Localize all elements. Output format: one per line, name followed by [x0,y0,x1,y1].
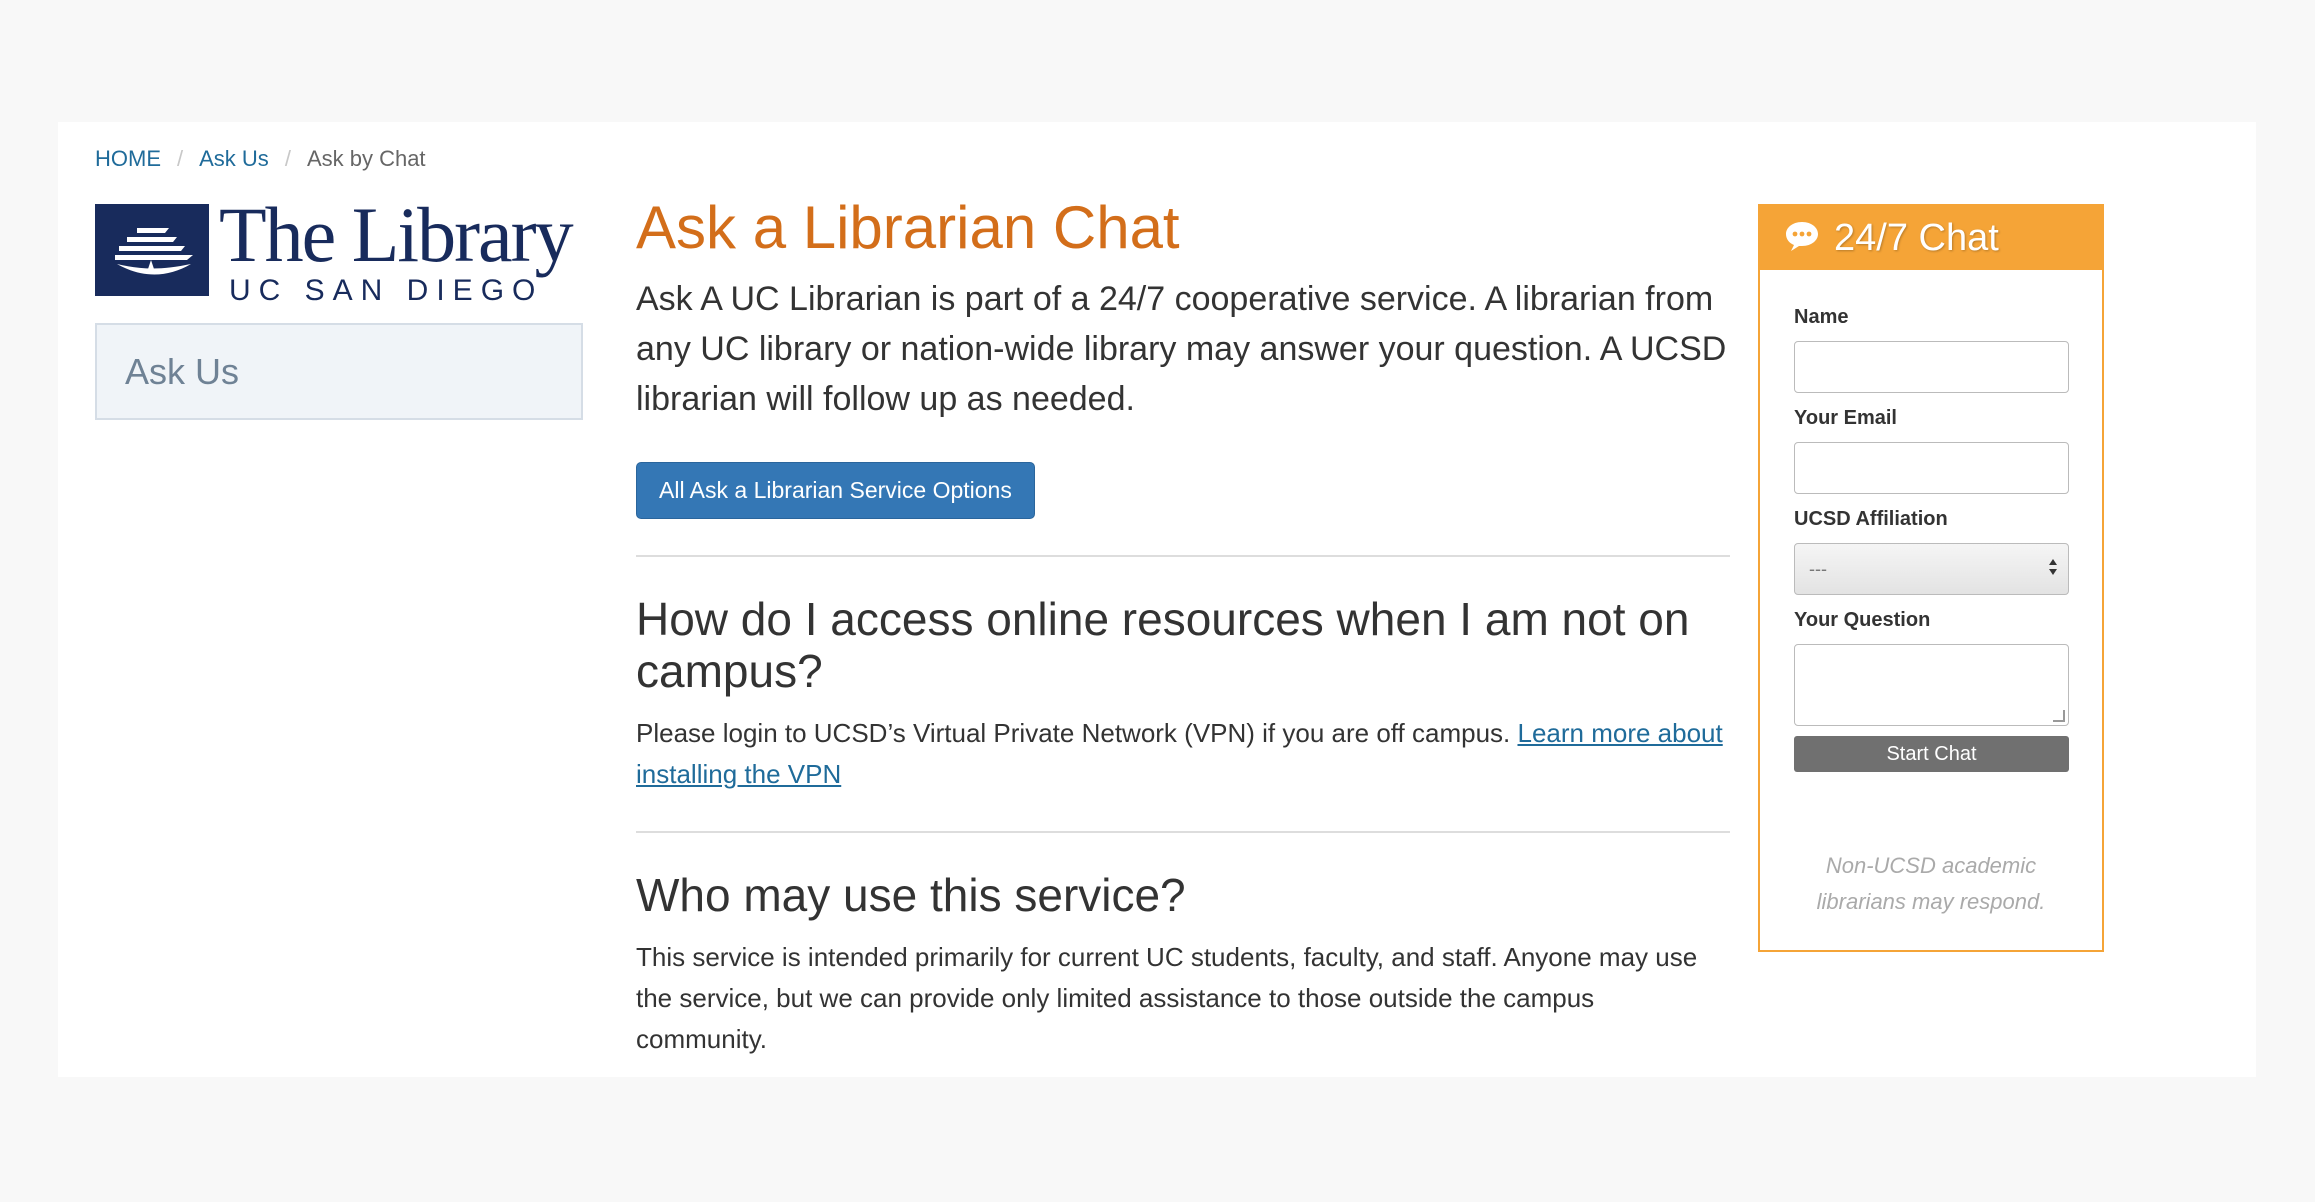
name-field[interactable] [1794,341,2069,393]
chat-widget: 24/7 Chat Name Your Email UCSD Affiliati… [1758,204,2104,952]
chat-form: Name Your Email UCSD Affiliation --- You… [1760,306,2102,920]
question-label: Your Question [1794,609,1931,631]
page-container: HOME / Ask Us / Ask by Chat The Library … [58,122,2256,1077]
logo-text: The Library UC SAN DIEGO [219,196,574,307]
main-content: Ask a Librarian Chat Ask A UC Librarian … [636,192,1730,1060]
affiliation-select[interactable]: --- [1794,543,2069,595]
ship-emblem-icon [95,204,209,296]
breadcrumb: HOME / Ask Us / Ask by Chat [95,146,426,172]
divider [636,555,1730,557]
sidebar-item-ask-us[interactable]: Ask Us [95,323,583,420]
name-label: Name [1794,306,1849,328]
chat-header: 24/7 Chat [1760,206,2102,270]
breadcrumb-current: Ask by Chat [306,146,426,171]
email-field[interactable] [1794,442,2069,494]
question-field[interactable] [1794,644,2069,726]
faq-answer: Please login to UCSD’s Virtual Private N… [636,713,1730,795]
updown-arrows-icon [2048,558,2058,581]
faq-question: How do I access online resources when I … [636,593,1690,697]
email-label: Your Email [1794,407,1897,429]
lead-paragraph: Ask A UC Librarian is part of a 24/7 coo… [636,280,1727,418]
affiliation-label: UCSD Affiliation [1794,508,1948,530]
page-title: Ask a Librarian Chat [636,194,1180,261]
faq-answer-text: Please login to UCSD’s Virtual Private N… [636,718,1518,748]
faq-question: Who may use this service? [636,869,1186,921]
chat-bubble-icon [1784,220,1820,257]
affiliation-selected-value: --- [1809,558,1827,579]
breadcrumb-ask-us-link[interactable]: Ask Us [199,146,269,172]
divider [636,831,1730,833]
chat-title: 24/7 Chat [1834,216,1999,259]
start-chat-button[interactable]: Start Chat [1794,736,2069,772]
breadcrumb-home-link[interactable]: HOME [95,146,161,172]
service-options-button[interactable]: All Ask a Librarian Service Options [636,462,1035,519]
breadcrumb-separator: / [284,146,291,171]
resize-grip-icon[interactable] [2053,710,2065,722]
library-logo[interactable]: The Library UC SAN DIEGO [95,196,585,306]
faq-answer: This service is intended primarily for c… [636,942,1698,1054]
chat-note: Non-UCSD academic librarians may respond… [1816,853,2046,914]
breadcrumb-separator: / [177,146,184,171]
sidebar-item-label: Ask Us [125,350,240,392]
logo-title: The Library [219,191,574,278]
logo-subtitle: UC SAN DIEGO [229,274,544,307]
